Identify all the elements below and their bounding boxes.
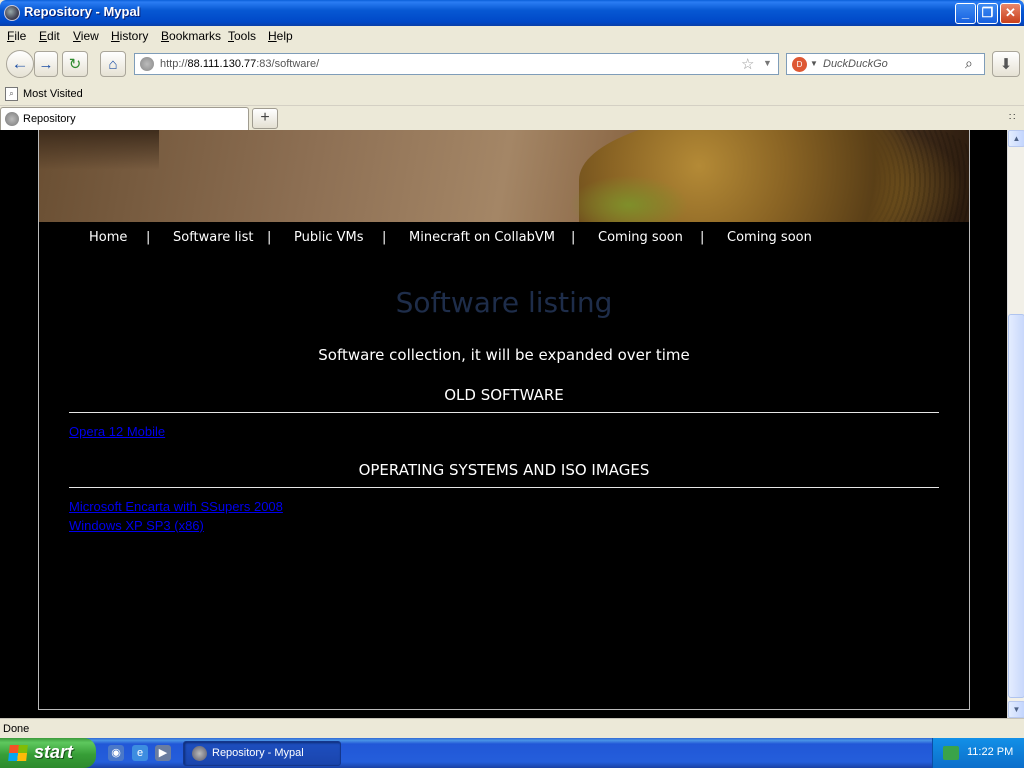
- status-bar: Done: [0, 718, 1024, 738]
- reload-icon: ↻: [68, 56, 82, 73]
- taskbar: start ◉ e ▶ Repository - Mypal 11:22 PM: [0, 738, 1024, 768]
- mypal-task-icon: [192, 746, 207, 761]
- taskbar-item-label: Repository - Mypal: [212, 747, 304, 759]
- back-button[interactable]: ←: [6, 50, 34, 78]
- nav-separator: |: [700, 230, 705, 245]
- menu-history[interactable]: History: [111, 29, 148, 43]
- tab-repository[interactable]: Repository: [0, 107, 249, 130]
- scroll-thumb[interactable]: [1008, 314, 1024, 698]
- nav-separator: |: [382, 230, 387, 245]
- window-title: Repository - Mypal: [24, 4, 141, 19]
- page-content[interactable]: Home | Software list | Public VMs | Mine…: [0, 130, 1007, 718]
- home-icon: ⌂: [108, 55, 118, 73]
- taskbar-item-mypal[interactable]: Repository - Mypal: [183, 741, 341, 766]
- status-text: Done: [3, 723, 30, 735]
- nav-separator: |: [571, 230, 576, 245]
- software-link-opera[interactable]: Opera 12 Mobile: [69, 424, 165, 439]
- software-link-windows-xp[interactable]: Windows XP SP3 (x86): [69, 518, 204, 533]
- tab-label: Repository: [23, 113, 76, 125]
- url-bar[interactable]: http://88.111.130.77:83/software/ ☆ ▼: [134, 53, 779, 75]
- scroll-up-arrow-icon[interactable]: ▲: [1008, 130, 1024, 147]
- forward-button[interactable]: →: [34, 51, 58, 77]
- section-heading-old-software: OLD SOFTWARE: [444, 386, 564, 404]
- browser-window: Repository - Mypal _ ❐ ✕ File Edit View …: [0, 0, 1024, 738]
- nav-public-vms[interactable]: Public VMs: [294, 230, 364, 245]
- software-link-encarta[interactable]: Microsoft Encarta with SSupers 2008: [69, 499, 283, 514]
- page-title: Software listing: [395, 286, 613, 319]
- chevron-down-icon[interactable]: ▼: [763, 58, 772, 68]
- menu-tools[interactable]: Tools: [228, 29, 256, 43]
- section-divider: [69, 412, 939, 413]
- nav-software-list[interactable]: Software list: [173, 230, 254, 245]
- home-button[interactable]: ⌂: [100, 51, 126, 77]
- search-input[interactable]: DuckDuckGo: [823, 58, 888, 70]
- menu-bar: File Edit View History Bookmarks Tools H…: [0, 26, 1024, 46]
- search-icon[interactable]: ⌕: [965, 55, 973, 72]
- quicklaunch-mypal-icon[interactable]: ◉: [108, 745, 124, 761]
- site-navigation: Home | Software list | Public VMs | Mine…: [39, 222, 969, 254]
- nav-separator: |: [267, 230, 272, 245]
- menu-view[interactable]: View: [73, 29, 99, 43]
- page-subtitle: Software collection, it will be expanded…: [318, 346, 690, 364]
- tab-list-icon[interactable]: ∷: [1009, 112, 1015, 123]
- url-text[interactable]: http://88.111.130.77:83/software/: [160, 58, 319, 70]
- header-banner-image: [39, 130, 969, 222]
- vertical-scrollbar[interactable]: ▲ ▼: [1007, 130, 1024, 718]
- tab-bar: Repository + ∷: [0, 106, 1024, 130]
- start-button[interactable]: start: [0, 738, 96, 768]
- mypal-app-icon[interactable]: [4, 5, 20, 21]
- close-button[interactable]: ✕: [1000, 3, 1021, 24]
- nav-separator: |: [146, 230, 151, 245]
- bookmark-star-icon[interactable]: ☆: [741, 55, 754, 73]
- bookmarks-toolbar: ⌕ Most Visited: [0, 84, 1024, 106]
- download-arrow-icon: ⬇: [999, 56, 1013, 73]
- reload-button[interactable]: ↻: [62, 51, 88, 77]
- nav-minecraft[interactable]: Minecraft on CollabVM: [409, 230, 555, 245]
- section-heading-operating-systems: OPERATING SYSTEMS AND ISO IMAGES: [358, 461, 650, 479]
- page-favicon-icon: [5, 112, 19, 126]
- menu-edit[interactable]: Edit: [39, 29, 60, 43]
- duckduckgo-icon[interactable]: D: [792, 57, 807, 72]
- section-divider: [69, 487, 939, 488]
- new-tab-button[interactable]: +: [252, 108, 278, 129]
- most-visited-icon: ⌕: [5, 87, 18, 101]
- arrow-left-icon: ←: [11, 54, 29, 73]
- menu-file[interactable]: File: [7, 29, 26, 43]
- nav-coming-soon-2[interactable]: Coming soon: [727, 230, 812, 245]
- scroll-down-arrow-icon[interactable]: ▼: [1008, 701, 1024, 718]
- windows-flag-icon: [8, 745, 28, 761]
- nav-coming-soon-1[interactable]: Coming soon: [598, 230, 683, 245]
- network-tray-icon[interactable]: [943, 746, 959, 760]
- arrow-right-icon: →: [38, 55, 54, 73]
- quicklaunch-ie-icon[interactable]: e: [132, 745, 148, 761]
- downloads-button[interactable]: ⬇: [992, 51, 1020, 77]
- navigation-toolbar: ← → ↻ ⌂ http://88.111.130.77:83/software…: [0, 46, 1024, 84]
- globe-icon: [140, 57, 154, 71]
- search-engine-dropdown-icon[interactable]: ▼: [810, 59, 818, 68]
- menu-bookmarks[interactable]: Bookmarks: [161, 29, 221, 43]
- menu-help[interactable]: Help: [268, 29, 293, 43]
- clock[interactable]: 11:22 PM: [967, 746, 1013, 758]
- start-label: start: [34, 742, 74, 762]
- title-bar[interactable]: Repository - Mypal _ ❐ ✕: [0, 0, 1024, 26]
- nav-home[interactable]: Home: [89, 230, 127, 245]
- quicklaunch-media-player-icon[interactable]: ▶: [155, 745, 171, 761]
- minimize-button[interactable]: _: [955, 3, 976, 24]
- system-tray: 11:22 PM: [932, 738, 1024, 768]
- most-visited-link[interactable]: Most Visited: [23, 88, 83, 100]
- maximize-button[interactable]: ❐: [977, 3, 998, 24]
- search-bar[interactable]: D ▼ DuckDuckGo ⌕: [786, 53, 985, 75]
- plus-icon: +: [260, 109, 270, 126]
